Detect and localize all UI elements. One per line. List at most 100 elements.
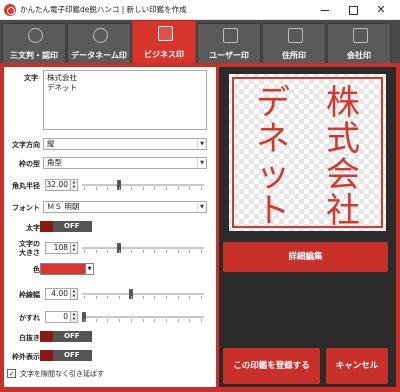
slider-track [82, 316, 204, 318]
stamp-char: 会 [326, 155, 360, 195]
tab-company[interactable]: 会社印 [327, 23, 391, 64]
up-arrow-icon: ▲ [72, 243, 76, 247]
slider-tick [154, 250, 156, 253]
tab-dataname[interactable]: データネーム印 [67, 23, 131, 64]
text-input[interactable]: 株式会社 デネット [43, 70, 207, 130]
stamp-char: ッ [256, 155, 290, 195]
slider-tick [142, 296, 144, 299]
direction-label: 文字方向 [12, 141, 40, 149]
slider-track [82, 293, 204, 295]
stamp-type-tabs: 三文判・認印 データネーム印 ビジネス印 ユーザー印 住所印 会社印 [0, 20, 400, 64]
down-arrow-icon: ▼ [72, 317, 76, 321]
width-spinner[interactable]: ▲ ▼ [71, 288, 78, 300]
stamp-svg: 株式会社 デネット [232, 77, 383, 231]
radius-slider[interactable] [82, 180, 204, 190]
slider-tick [201, 319, 202, 322]
cancel-button[interactable]: キャンセル [326, 348, 388, 384]
tab-user[interactable]: ユーザー印 [197, 23, 261, 64]
up-arrow-icon: ▲ [72, 312, 76, 316]
slider-tick [107, 296, 109, 299]
slider-tick [130, 319, 132, 322]
width-input[interactable]: 4.00 [45, 288, 71, 300]
slider-tick [189, 187, 191, 190]
slider-tick [130, 187, 132, 190]
radius-input[interactable]: 32.00 [45, 179, 71, 191]
color-swatch[interactable] [40, 263, 86, 275]
slider-tick [130, 250, 132, 253]
slider-tick [95, 187, 97, 190]
stamp-char: 株 [326, 83, 360, 123]
detail-edit-button[interactable]: 詳細編集 [223, 242, 388, 272]
size-spinner[interactable]: ▲ ▼ [71, 242, 78, 254]
register-stamp-button[interactable]: この印鑑を登録する [223, 348, 320, 384]
outside-label: 枠外表示 [12, 353, 40, 361]
slider-tick [177, 296, 179, 299]
down-arrow-icon: ▼ [72, 185, 76, 189]
square-stamp-icon [158, 26, 173, 41]
slider-tick [154, 187, 156, 190]
toggle-state: OFF [64, 222, 80, 230]
slider-tick [107, 319, 109, 322]
company-stamp-icon [353, 28, 368, 43]
outside-toggle[interactable]: OFF [40, 350, 92, 361]
hollow-toggle[interactable]: OFF [40, 331, 92, 342]
stretch-checkbox-label: 文字を隙間なく引き延ばす [20, 370, 104, 378]
slider-tick [130, 296, 132, 299]
slider-tick [177, 319, 179, 322]
slider-tick [95, 250, 97, 253]
direction-select[interactable]: 縦 ▼ [43, 138, 207, 150]
toggle-state: OFF [64, 332, 80, 340]
stamp-line-2: デネット [256, 83, 290, 231]
up-arrow-icon: ▲ [72, 180, 76, 184]
chevron-down-icon: ▼ [197, 139, 206, 149]
size-input[interactable]: 108 [45, 242, 71, 254]
blur-input[interactable]: 0 [45, 311, 71, 323]
slider-tick [84, 296, 85, 299]
color-label: 色 [33, 266, 40, 274]
round-stamp-icon [28, 28, 43, 43]
toggle-knob [40, 350, 53, 361]
tab-business[interactable]: ビジネス印 [132, 20, 196, 64]
down-arrow-icon: ▼ [72, 294, 76, 298]
tab-address[interactable]: 住所印 [262, 23, 326, 64]
minimize-button[interactable] [314, 2, 336, 17]
down-arrow-icon: ▼ [72, 248, 76, 252]
slider-tick [165, 296, 167, 299]
slider-track [82, 247, 204, 249]
slider-tick [201, 250, 202, 253]
slider-tick [165, 250, 167, 253]
chevron-down-icon: ▼ [197, 202, 206, 212]
bold-toggle[interactable]: OFF [40, 221, 92, 232]
font-select[interactable]: ＭＳ 明朝 ▼ [43, 201, 207, 213]
stamp-preview: 株式会社 デネット [229, 74, 386, 231]
slider-tick [142, 250, 144, 253]
tab-label: データネーム印 [71, 51, 127, 60]
width-label: 枠線幅 [19, 291, 40, 299]
tab-sanmonban[interactable]: 三文判・認印 [2, 23, 66, 64]
maximize-button[interactable] [342, 2, 364, 17]
width-slider[interactable] [82, 289, 204, 299]
frame-select[interactable]: 角型 ▼ [43, 157, 207, 169]
stretch-checkbox[interactable]: ✓ [7, 369, 16, 378]
radius-spinner[interactable]: ▲ ▼ [71, 179, 78, 191]
stamp-line-1: 株式会社 [326, 83, 360, 231]
stamp-char: 式 [326, 119, 360, 159]
slider-tick [95, 296, 97, 299]
slider-tick [119, 250, 121, 253]
size-label: 文字の 大きさ [19, 240, 40, 257]
slider-tick [119, 296, 121, 299]
slider-tick [142, 187, 144, 190]
blur-slider[interactable] [82, 312, 204, 322]
tab-label: 三文判・認印 [10, 51, 58, 60]
stamp-char: 社 [326, 191, 360, 231]
font-value: ＭＳ 明朝 [47, 202, 80, 211]
slider-tick [142, 319, 144, 322]
app-icon [4, 4, 16, 16]
size-slider[interactable] [82, 243, 204, 253]
slider-track [82, 184, 204, 186]
chevron-down-icon[interactable]: ▼ [86, 263, 94, 275]
blur-spinner[interactable]: ▲ ▼ [71, 311, 78, 323]
toggle-state: OFF [64, 351, 80, 359]
close-button[interactable]: ✕ [370, 2, 392, 17]
toggle-knob [40, 221, 53, 232]
